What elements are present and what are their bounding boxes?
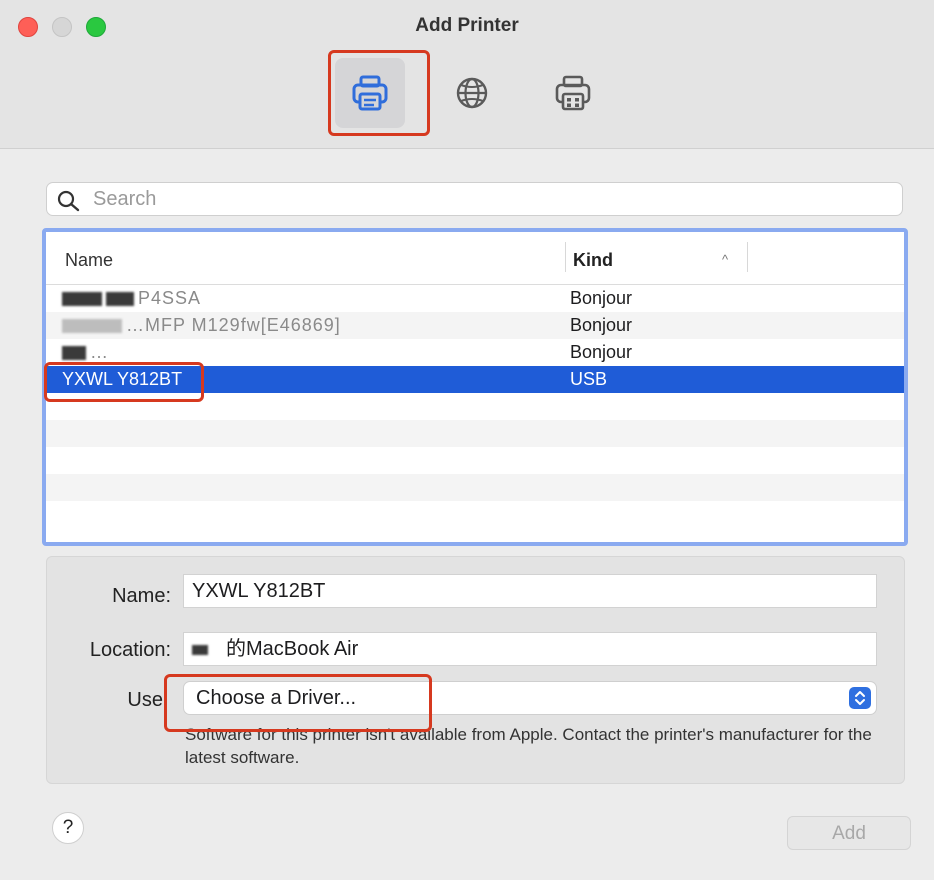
list-rows: P4SSA Bonjour …MFP M129fw[E46869] Bonjou… [46, 285, 904, 528]
printer-kind: Bonjour [570, 315, 633, 335]
globe-icon [456, 77, 488, 109]
printer-name: YXWL Y812BT [62, 369, 183, 389]
printer-kind: USB [570, 369, 608, 389]
ip-printer-tab[interactable] [437, 58, 507, 128]
column-divider [565, 242, 566, 272]
table-row-empty [46, 501, 904, 528]
printer-details-panel: Name: YXWL Y812BT Location: 的MacBook Air… [46, 556, 905, 784]
windows-printer-tab[interactable] [538, 58, 608, 128]
list-header: Name Kind ^ [46, 232, 904, 285]
printer-icon [352, 75, 388, 111]
table-row-empty [46, 447, 904, 474]
default-printer-tab[interactable] [335, 58, 405, 128]
add-printer-window: Add Printer Search Name Kind ^ P4SSA Bon… [0, 0, 934, 880]
printer-name: P4SSA [138, 288, 202, 308]
add-button[interactable]: Add [787, 816, 911, 850]
toolbar: Add Printer [0, 0, 934, 149]
sort-ascending-icon: ^ [722, 252, 729, 267]
column-kind[interactable]: Kind [573, 250, 613, 271]
driver-note: Software for this printer isn't availabl… [185, 725, 872, 767]
printer-name: … [90, 342, 109, 362]
table-row[interactable]: P4SSA Bonjour [46, 285, 904, 312]
driver-select-value: Choose a Driver... [196, 687, 357, 709]
printer-list[interactable]: Name Kind ^ P4SSA Bonjour …MFP M129fw[E4… [42, 228, 908, 546]
table-row-empty [46, 474, 904, 501]
driver-select[interactable]: Choose a Driver... [183, 681, 877, 715]
redacted-text [106, 292, 134, 307]
table-row-empty [46, 420, 904, 447]
printer-kind: Bonjour [570, 288, 633, 308]
search-icon [57, 190, 80, 212]
window-title: Add Printer [415, 15, 519, 36]
column-name[interactable]: Name [65, 250, 113, 271]
redacted-text [62, 292, 102, 307]
table-row-empty [46, 393, 904, 420]
redacted-text [62, 319, 122, 334]
redacted-text [192, 644, 208, 655]
location-label: Location: [89, 639, 171, 661]
name-field[interactable]: YXWL Y812BT [183, 574, 877, 608]
column-divider [747, 242, 748, 272]
location-field[interactable]: 的MacBook Air [183, 632, 877, 666]
stepper-arrows-icon [849, 687, 871, 709]
search-input[interactable] [93, 186, 883, 212]
search-field[interactable] [46, 182, 903, 216]
use-label: Use [127, 689, 163, 711]
help-button[interactable]: ? [52, 812, 84, 844]
table-row[interactable]: …MFP M129fw[E46869] Bonjour [46, 312, 904, 339]
location-value: 的MacBook Air [226, 638, 359, 660]
printer-name: …MFP M129fw[E46869] [126, 315, 341, 335]
redacted-text [62, 346, 86, 361]
name-label: Name: [112, 585, 171, 607]
table-row-selected[interactable]: YXWL Y812BT USB [46, 366, 904, 393]
printer-kind: Bonjour [570, 342, 633, 362]
table-row[interactable]: … Bonjour [46, 339, 904, 366]
shared-printer-icon [555, 75, 591, 111]
